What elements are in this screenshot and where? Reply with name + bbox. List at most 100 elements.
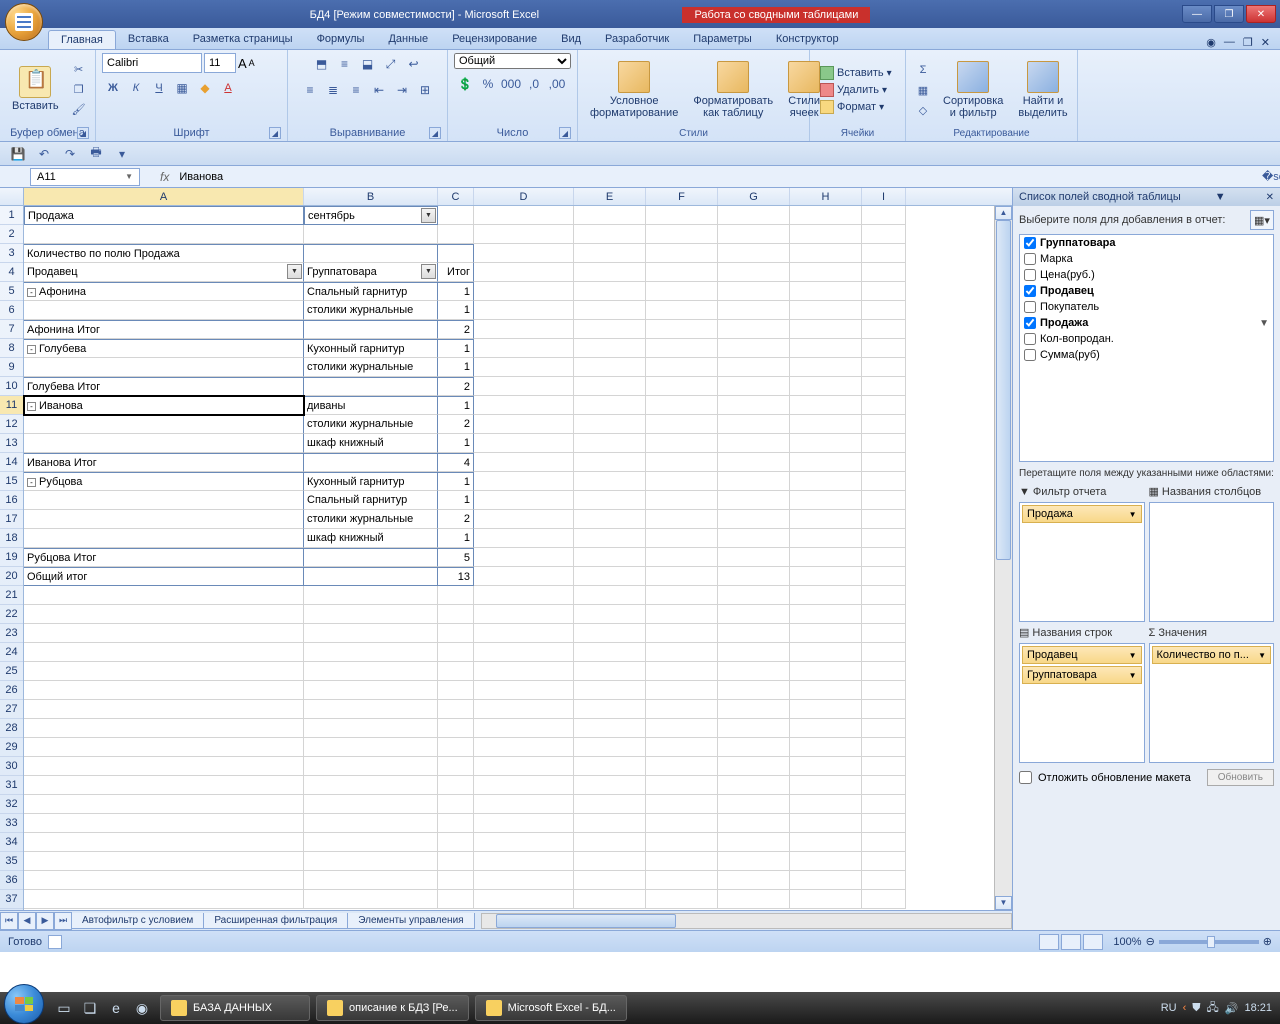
underline-button[interactable]: Ч [148, 77, 170, 99]
cell-B17[interactable]: столики журнальные [304, 510, 438, 529]
mdi-restore-icon[interactable]: ❐ [1243, 36, 1253, 49]
cell-I5[interactable] [862, 282, 906, 301]
cell-D14[interactable] [474, 453, 574, 472]
switch-windows-icon[interactable]: ❏ [78, 996, 102, 1020]
cell-H31[interactable] [790, 776, 862, 795]
undo-icon[interactable]: ↶ [34, 144, 54, 164]
cell-E32[interactable] [574, 795, 646, 814]
cell-I20[interactable] [862, 567, 906, 586]
cell-G7[interactable] [718, 320, 790, 339]
field-chip[interactable]: Группатовара▼ [1022, 666, 1142, 684]
ribbon-tab-8[interactable]: Параметры [681, 30, 764, 49]
clear-icon[interactable]: ◇ [914, 101, 932, 119]
taskbar-item[interactable]: Microsoft Excel - БД... [475, 995, 627, 1021]
font-color-button[interactable]: A [217, 77, 239, 99]
column-header-I[interactable]: I [862, 188, 906, 205]
cell-G18[interactable] [718, 529, 790, 548]
cell-H1[interactable] [790, 206, 862, 225]
cell-C31[interactable] [438, 776, 474, 795]
cell-F22[interactable] [646, 605, 718, 624]
field-checkbox[interactable] [1024, 237, 1036, 249]
row-header-25[interactable]: 25 [0, 662, 23, 681]
field-checkbox[interactable] [1024, 333, 1036, 345]
cell-H10[interactable] [790, 377, 862, 396]
align-bottom-icon[interactable]: ⬓ [357, 53, 379, 75]
cell-B1[interactable]: сентябрь▼ [304, 206, 438, 225]
close-button[interactable]: ✕ [1246, 5, 1276, 23]
cell-G11[interactable] [718, 396, 790, 415]
cell-E24[interactable] [574, 643, 646, 662]
cell-D21[interactable] [474, 586, 574, 605]
ribbon-tab-2[interactable]: Разметка страницы [181, 30, 305, 49]
row-header-24[interactable]: 24 [0, 643, 23, 662]
cell-H19[interactable] [790, 548, 862, 567]
cell-A19[interactable]: Рубцова Итог [24, 548, 304, 567]
cell-D34[interactable] [474, 833, 574, 852]
cell-B7[interactable] [304, 320, 438, 339]
cell-E11[interactable] [574, 396, 646, 415]
cell-A9[interactable] [24, 358, 304, 377]
cell-I15[interactable] [862, 472, 906, 491]
cell-B33[interactable] [304, 814, 438, 833]
cell-D17[interactable] [474, 510, 574, 529]
cell-G23[interactable] [718, 624, 790, 643]
cut-icon[interactable]: ✂ [70, 61, 88, 79]
cell-A35[interactable] [24, 852, 304, 871]
cell-H22[interactable] [790, 605, 862, 624]
cell-D7[interactable] [474, 320, 574, 339]
filter-dropdown-icon[interactable]: ▼ [421, 264, 436, 279]
cell-F8[interactable] [646, 339, 718, 358]
zoom-slider[interactable] [1159, 940, 1259, 944]
clock[interactable]: 18:21 [1244, 1002, 1272, 1014]
row-header-10[interactable]: 10 [0, 377, 23, 396]
cell-D29[interactable] [474, 738, 574, 757]
language-indicator[interactable]: RU [1161, 1002, 1177, 1014]
cell-B10[interactable] [304, 377, 438, 396]
cell-D18[interactable] [474, 529, 574, 548]
cell-F19[interactable] [646, 548, 718, 567]
cell-G17[interactable] [718, 510, 790, 529]
align-right-icon[interactable]: ≡ [345, 79, 367, 101]
cell-G30[interactable] [718, 757, 790, 776]
cell-B23[interactable] [304, 624, 438, 643]
bold-button[interactable]: Ж [102, 77, 124, 99]
paste-button[interactable]: Вставить [6, 64, 65, 114]
cell-F11[interactable] [646, 396, 718, 415]
cell-G3[interactable] [718, 244, 790, 263]
pivot-context-tab[interactable]: Работа со сводными таблицами [682, 7, 870, 23]
cell-I6[interactable] [862, 301, 906, 320]
cell-E22[interactable] [574, 605, 646, 624]
cell-D19[interactable] [474, 548, 574, 567]
cell-F2[interactable] [646, 225, 718, 244]
cell-H37[interactable] [790, 890, 862, 909]
zoom-out-button[interactable]: ⊖ [1146, 935, 1155, 948]
row-header-13[interactable]: 13 [0, 434, 23, 453]
cell-E7[interactable] [574, 320, 646, 339]
collapse-button[interactable]: - [27, 288, 36, 297]
cell-C16[interactable]: 1 [438, 491, 474, 510]
horizontal-scrollbar[interactable] [481, 913, 1012, 929]
cell-E37[interactable] [574, 890, 646, 909]
cell-F30[interactable] [646, 757, 718, 776]
insert-cells-button[interactable]: Вставить ▾ [816, 65, 896, 81]
field-checkbox[interactable] [1024, 285, 1036, 297]
cell-I4[interactable] [862, 263, 906, 282]
cell-I18[interactable] [862, 529, 906, 548]
cell-B35[interactable] [304, 852, 438, 871]
cell-B16[interactable]: Спальный гарнитур [304, 491, 438, 510]
cell-I16[interactable] [862, 491, 906, 510]
cell-G1[interactable] [718, 206, 790, 225]
cell-D33[interactable] [474, 814, 574, 833]
cell-D20[interactable] [474, 567, 574, 586]
cell-A37[interactable] [24, 890, 304, 909]
cell-D16[interactable] [474, 491, 574, 510]
cell-F36[interactable] [646, 871, 718, 890]
cell-C33[interactable] [438, 814, 474, 833]
cell-F13[interactable] [646, 434, 718, 453]
cell-D22[interactable] [474, 605, 574, 624]
row-header-17[interactable]: 17 [0, 510, 23, 529]
increase-decimal-icon[interactable]: ,0 [523, 73, 545, 95]
cell-F33[interactable] [646, 814, 718, 833]
cell-C9[interactable]: 1 [438, 358, 474, 377]
cell-A13[interactable] [24, 434, 304, 453]
